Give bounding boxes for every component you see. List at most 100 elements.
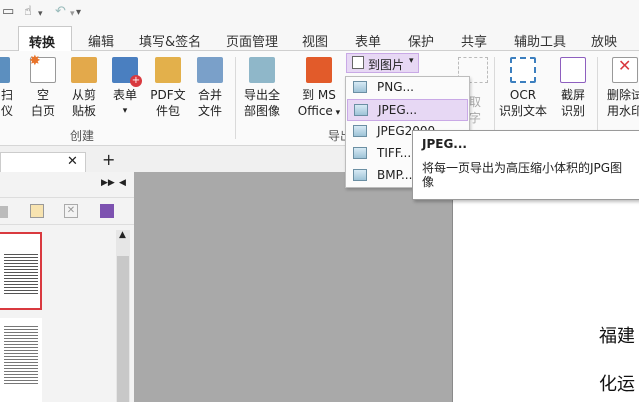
to-ms-office-button[interactable]: 到 MS Office ▾ [296,57,342,121]
ocr-button[interactable]: OCR 识别文本 [497,57,549,119]
from-clipboard-label-2: 贴板 [71,104,96,118]
extract-text-label-1: 取 [469,95,482,109]
tooltip-text: 将每一页导出为高压缩小体积的JPG图像 [422,161,623,189]
undo-icon[interactable]: ↶ [55,4,66,20]
ocr-icon [510,57,536,83]
tab-view[interactable]: 视图 [302,31,328,50]
merge-files-button[interactable]: 合并 文件 [193,57,227,119]
page-thumbnail-selected[interactable] [0,232,42,310]
scan-label-1: 扫 [0,88,13,102]
image-icon [353,147,367,159]
to-ms-label-1: 到 MS [302,88,336,102]
screenshot-label-1: 截屏 [560,88,585,102]
menu-item-jpeg[interactable]: JPEG... [347,99,468,121]
thumbnail-text-lines-2 [4,324,38,384]
to-image-button[interactable]: 到图片 ▾ [346,53,419,73]
extract-text-label-2: 字 [469,111,482,125]
delete-watermark-button[interactable]: ✕ 删除试 用水印 [603,57,639,119]
screenshot-icon [560,57,586,83]
tab-convert-label: 转换 [29,36,56,51]
clipboard-icon [71,57,97,83]
export-all-label-2: 部图像 [243,104,280,118]
to-image-label: 到图片 [368,58,405,72]
delete-watermark-label-2: 用水印 [606,104,639,118]
tab-page-management[interactable]: 页面管理 [226,31,278,50]
tab-edit[interactable]: 编辑 [88,31,114,50]
expand-panel-icon[interactable]: ▶▶ [101,178,115,188]
document-tab[interactable]: ✕ [0,152,86,172]
delete-watermark-icon: ✕ [612,57,638,83]
image-icon [354,104,368,116]
ocr-label-1: OCR [509,88,537,102]
group-separator-2 [494,57,495,139]
thumbnail-text-lines [4,252,38,294]
pdf-package-label-1: PDF文 [150,88,186,102]
thumbnail-tool-icon[interactable] [0,206,8,218]
tab-slideshow[interactable]: 放映 [591,31,617,50]
pdf-package-button[interactable]: PDF文 件包 [148,57,188,119]
blank-page-button[interactable]: ✸ 空 白页 [26,53,60,119]
group-separator-3 [597,57,598,139]
merge-label-2: 文件 [197,104,222,118]
collapse-panel-icon[interactable]: ◀ [119,178,126,188]
tab-fill-sign[interactable]: 填写&签名 [139,31,201,50]
scanner-icon [0,57,10,83]
blank-page-label-2: 白页 [30,104,55,118]
jpeg-tooltip: JPEG... 将每一页导出为高压缩小体积的JPG图像 [412,130,639,200]
new-tab-icon[interactable]: + [102,150,115,169]
panel-divider-2 [0,224,134,225]
page-thumbnail[interactable] [0,318,42,402]
menu-item-label: JPEG... [378,103,418,117]
thumbnail-panel: ▶▶ ◀ ✕ ▲ [0,172,135,402]
image-icon [353,81,367,93]
menu-item-png[interactable]: PNG... [347,77,468,99]
menu-item-label: BMP... [377,168,413,182]
form-button[interactable]: + 表单 ▾ [108,57,142,119]
delete-page-icon[interactable]: ✕ [64,204,78,218]
menu-partial-icon[interactable]: ▭ [2,4,14,20]
page-text-line-1: 福建 [599,326,635,347]
scan-button[interactable]: 扫 仪 [0,57,18,119]
tooltip-title: JPEG... [422,137,467,151]
customize-qat-icon[interactable]: ▾ [76,5,81,21]
panel-divider [0,197,134,198]
to-ms-label-2: Office [297,104,333,118]
to-ms-dropdown-icon: ▾ [332,108,341,118]
insert-page-icon[interactable] [30,204,44,218]
to-ms-label-2-row: Office ▾ [296,103,342,121]
menu-item-label: TIFF... [377,146,412,160]
scroll-up-icon[interactable]: ▲ [119,230,126,240]
undo-dropdown-icon[interactable]: ▾ [70,6,75,22]
pdf-package-label-2: 件包 [155,104,180,118]
merge-label-1: 合并 [197,88,222,102]
close-tab-icon[interactable]: ✕ [67,154,78,169]
merge-icon [197,57,223,83]
form-label: 表单 [112,88,137,102]
cursor-dropdown-icon[interactable]: ▾ [38,6,43,22]
cursor-icon[interactable]: ☝ [24,4,32,20]
tab-convert[interactable]: 转换 [18,26,72,51]
export-all-images-button[interactable]: 导出全 部图像 [241,57,283,119]
export-images-icon [249,57,275,83]
delete-watermark-label-1: 删除试 [606,88,639,102]
ribbon-tab-bar: 转换 编辑 填写&签名 页面管理 视图 表单 保护 共享 辅助工具 放映 [0,26,639,51]
tab-accessibility[interactable]: 辅助工具 [514,31,566,50]
to-image-dropdown-icon: ▾ [409,56,414,66]
document-canvas [134,172,452,402]
page-properties-icon[interactable] [100,204,114,218]
thumbnail-scrollbar[interactable]: ▲ [116,230,130,402]
page-text-line-2: 化运 [599,374,635,395]
group-separator [235,57,236,139]
tab-protect[interactable]: 保护 [408,31,434,50]
blank-page-label-1: 空 [36,88,49,102]
export-all-label-1: 导出全 [243,88,280,102]
ocr-label-2: 识别文本 [498,104,547,118]
tab-form[interactable]: 表单 [355,31,381,50]
from-clipboard-button[interactable]: 从剪 贴板 [66,57,102,119]
screenshot-ocr-button[interactable]: 截屏 识别 [556,57,590,119]
tab-share[interactable]: 共享 [461,31,487,50]
scrollbar-thumb[interactable] [117,256,129,402]
form-dropdown-icon: ▾ [122,106,128,116]
image-icon [352,56,364,69]
quick-access-toolbar: ▭ ☝ ▾ ↶ ▾ ▾ [0,0,639,26]
